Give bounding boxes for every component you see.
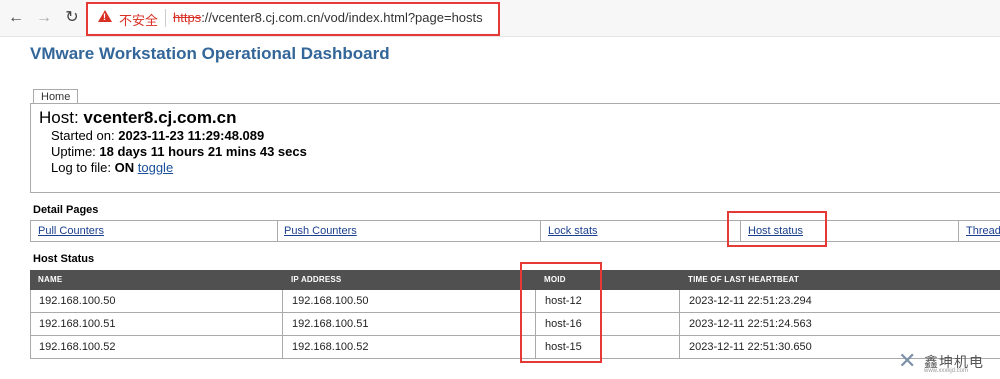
- tab-home[interactable]: Home: [33, 89, 79, 104]
- url-text[interactable]: https://vcenter8.cj.com.cn/vod/index.htm…: [173, 10, 483, 25]
- cell-moid: host-15: [545, 341, 582, 353]
- link-lock-stats[interactable]: Lock stats: [548, 225, 598, 237]
- started-line: Started on: 2023-11-23 11:29:48.089: [51, 128, 264, 143]
- link-push-counters[interactable]: Push Counters: [284, 225, 357, 237]
- log-line: Log to file: ON toggle: [51, 160, 173, 175]
- link-pull-counters[interactable]: Pull Counters: [38, 225, 104, 237]
- started-value: 2023-11-23 11:29:48.089: [118, 128, 265, 143]
- detail-cell-host: Host status: [740, 221, 959, 241]
- cell-moid: host-16: [545, 318, 582, 330]
- cell-heartbeat: 2023-12-11 22:51:30.650: [689, 341, 812, 353]
- col-heartbeat: TIME OF LAST HEARTBEAT: [688, 275, 799, 284]
- cell-heartbeat: 2023-12-11 22:51:24.563: [689, 318, 812, 330]
- host-label: Host:: [39, 108, 79, 127]
- link-host-status[interactable]: Host status: [748, 225, 803, 237]
- cell-name: 192.168.100.51: [39, 318, 116, 330]
- cell-moid: host-12: [545, 295, 582, 307]
- detail-cell-pull: Pull Counters: [31, 221, 278, 241]
- forward-arrow-icon[interactable]: →: [34, 8, 54, 28]
- uptime-label: Uptime:: [51, 144, 96, 159]
- host-line: Host: vcenter8.cj.com.cn: [39, 108, 237, 128]
- back-arrow-icon[interactable]: ←: [6, 8, 26, 28]
- address-separator: [165, 9, 166, 27]
- page-title: VMware Workstation Operational Dashboard: [30, 44, 390, 63]
- log-value: ON: [114, 160, 135, 175]
- warning-icon[interactable]: [98, 10, 112, 22]
- host-info-panel: Host: vcenter8.cj.com.cn Started on: 202…: [30, 103, 1000, 193]
- uptime-value: 18 days 11 hours 21 mins 43 secs: [99, 144, 307, 159]
- url-scheme: https: [173, 10, 202, 25]
- table-row: 192.168.100.50 192.168.100.50 host-12 20…: [30, 290, 1000, 313]
- column-divider: [679, 290, 680, 359]
- detail-pages-heading: Detail Pages: [33, 204, 99, 216]
- cell-ip: 192.168.100.52: [292, 341, 369, 353]
- host-status-heading: Host Status: [33, 253, 95, 265]
- cell-name: 192.168.100.52: [39, 341, 116, 353]
- cell-heartbeat: 2023-12-11 22:51:23.294: [689, 295, 812, 307]
- reload-icon[interactable]: ↻: [62, 8, 82, 28]
- watermark-logo: ✕ 鑫坤机电 www.xxxkjd.com: [898, 350, 1000, 376]
- table-row: 192.168.100.52 192.168.100.52 host-15 20…: [30, 336, 1000, 359]
- url-path: ://vcenter8.cj.com.cn/vod/index.html?pag…: [201, 10, 483, 25]
- link-thread[interactable]: Thread: [966, 225, 1000, 237]
- watermark-x-icon: ✕: [898, 348, 917, 373]
- uptime-line: Uptime: 18 days 11 hours 21 mins 43 secs: [51, 144, 307, 159]
- table-header: NAME IP ADDRESS MOID TIME OF LAST HEARTB…: [30, 270, 1000, 290]
- detail-cell-lock: Lock stats: [540, 221, 741, 241]
- column-divider: [535, 290, 536, 359]
- started-label: Started on:: [51, 128, 115, 143]
- host-name: vcenter8.cj.com.cn: [83, 108, 237, 127]
- col-moid: MOID: [544, 275, 566, 284]
- cell-name: 192.168.100.50: [39, 295, 116, 307]
- insecure-label[interactable]: 不安全: [119, 10, 158, 29]
- col-ip-address: IP ADDRESS: [291, 275, 342, 284]
- log-toggle-link[interactable]: toggle: [138, 160, 173, 175]
- address-bar[interactable]: 不安全 https://vcenter8.cj.com.cn/vod/index…: [86, 3, 498, 33]
- watermark-subtext: www.xxxkjd.com: [924, 368, 969, 374]
- detail-pages-nav: Pull Counters Push Counters Lock stats H…: [30, 220, 1000, 242]
- col-name: NAME: [38, 275, 63, 284]
- column-divider: [282, 290, 283, 359]
- cell-ip: 192.168.100.50: [292, 295, 369, 307]
- detail-cell-push: Push Counters: [277, 221, 541, 241]
- detail-cell-thread: Thread: [958, 221, 1000, 241]
- table-row: 192.168.100.51 192.168.100.51 host-16 20…: [30, 313, 1000, 336]
- browser-toolbar: ← → ↻ 不安全 https://vcenter8.cj.com.cn/vod…: [0, 0, 1000, 37]
- log-label: Log to file:: [51, 160, 111, 175]
- cell-ip: 192.168.100.51: [292, 318, 369, 330]
